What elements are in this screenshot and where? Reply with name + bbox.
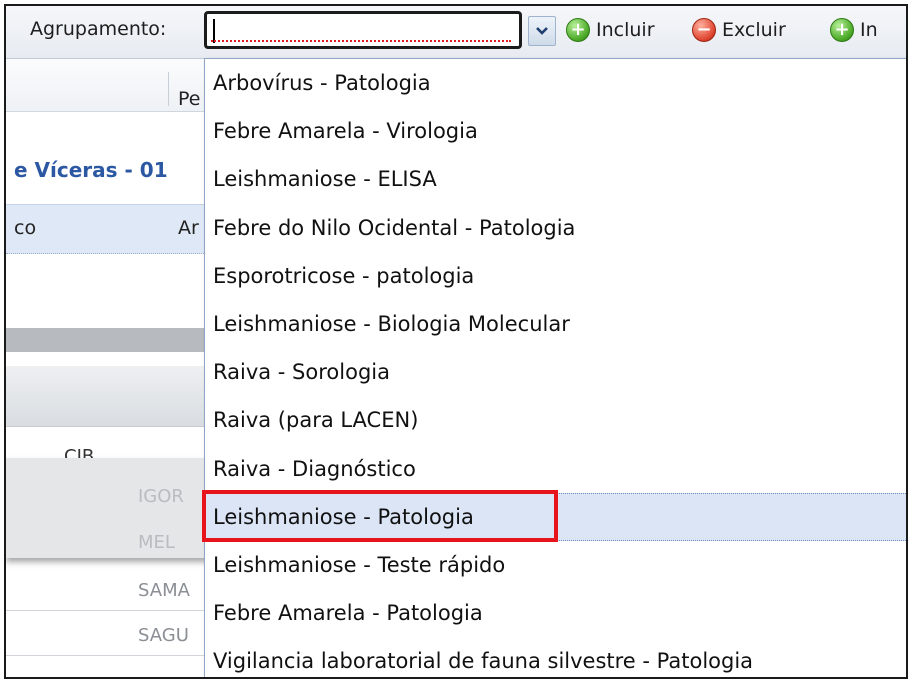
plus-circle-icon: + xyxy=(830,18,854,42)
agrupamento-label: Agrupamento: xyxy=(30,18,167,40)
dropdown-option[interactable]: Arbovírus - Patologia xyxy=(205,59,906,107)
incluir-button[interactable]: + Incluir xyxy=(566,18,655,42)
dropdown-option-selected[interactable]: Leishmaniose - Patologia xyxy=(205,492,906,541)
excluir-button[interactable]: − Excluir xyxy=(692,18,786,42)
dropdown-option[interactable]: Febre Amarela - Virologia xyxy=(205,107,906,155)
validation-underline xyxy=(211,40,511,42)
dropdown-option[interactable]: Febre do Nilo Ocidental - Patologia xyxy=(205,204,906,252)
dropdown-option[interactable]: Leishmaniose - Biologia Molecular xyxy=(205,300,906,348)
list-name: SAMA xyxy=(138,580,190,601)
dropdown-option[interactable]: Febre Amarela - Patologia xyxy=(205,589,906,637)
row-cell-2: Ar xyxy=(178,217,199,239)
section-title: e Víceras - 01 xyxy=(14,158,168,182)
grid-header-column[interactable]: Pe xyxy=(178,88,200,110)
dropdown-option[interactable]: Leishmaniose - Teste rápido xyxy=(205,541,906,589)
dropdown-option[interactable]: Vigilancia laboratorial de fauna silvest… xyxy=(205,637,906,677)
dropdown-option[interactable]: Raiva - Sorologia xyxy=(205,348,906,396)
incluir-label: Incluir xyxy=(596,19,655,41)
combo-dropdown-button[interactable] xyxy=(528,16,556,46)
plus-circle-icon: + xyxy=(566,18,590,42)
third-button[interactable]: + In xyxy=(830,18,878,42)
third-label: In xyxy=(860,19,878,41)
list-name: SAGU xyxy=(138,625,189,646)
dropdown-option[interactable]: Esporotricose - patologia xyxy=(205,252,906,300)
excluir-label: Excluir xyxy=(722,19,786,41)
row-cell-1: co xyxy=(14,217,37,239)
toolbar: Agrupamento: + Incluir − Excluir + In xyxy=(6,6,906,59)
dropdown-option[interactable]: Leishmaniose - ELISA xyxy=(205,155,906,203)
minus-circle-icon: − xyxy=(692,18,716,42)
agrupamento-dropdown-list[interactable]: Arbovírus - Patologia Febre Amarela - Vi… xyxy=(204,58,906,677)
column-divider xyxy=(168,72,169,106)
list-name: IGOR xyxy=(138,486,184,507)
list-name: MEL xyxy=(138,532,175,553)
dropdown-option[interactable]: Raiva - Diagnóstico xyxy=(205,445,906,493)
dropdown-option[interactable]: Raiva (para LACEN) xyxy=(205,396,906,444)
agrupamento-combo-input[interactable] xyxy=(204,11,522,49)
chevron-down-icon xyxy=(536,27,548,35)
app-window: Pe e Víceras - 01 co Ar CIB IGOR MEL SAM… xyxy=(4,4,908,679)
